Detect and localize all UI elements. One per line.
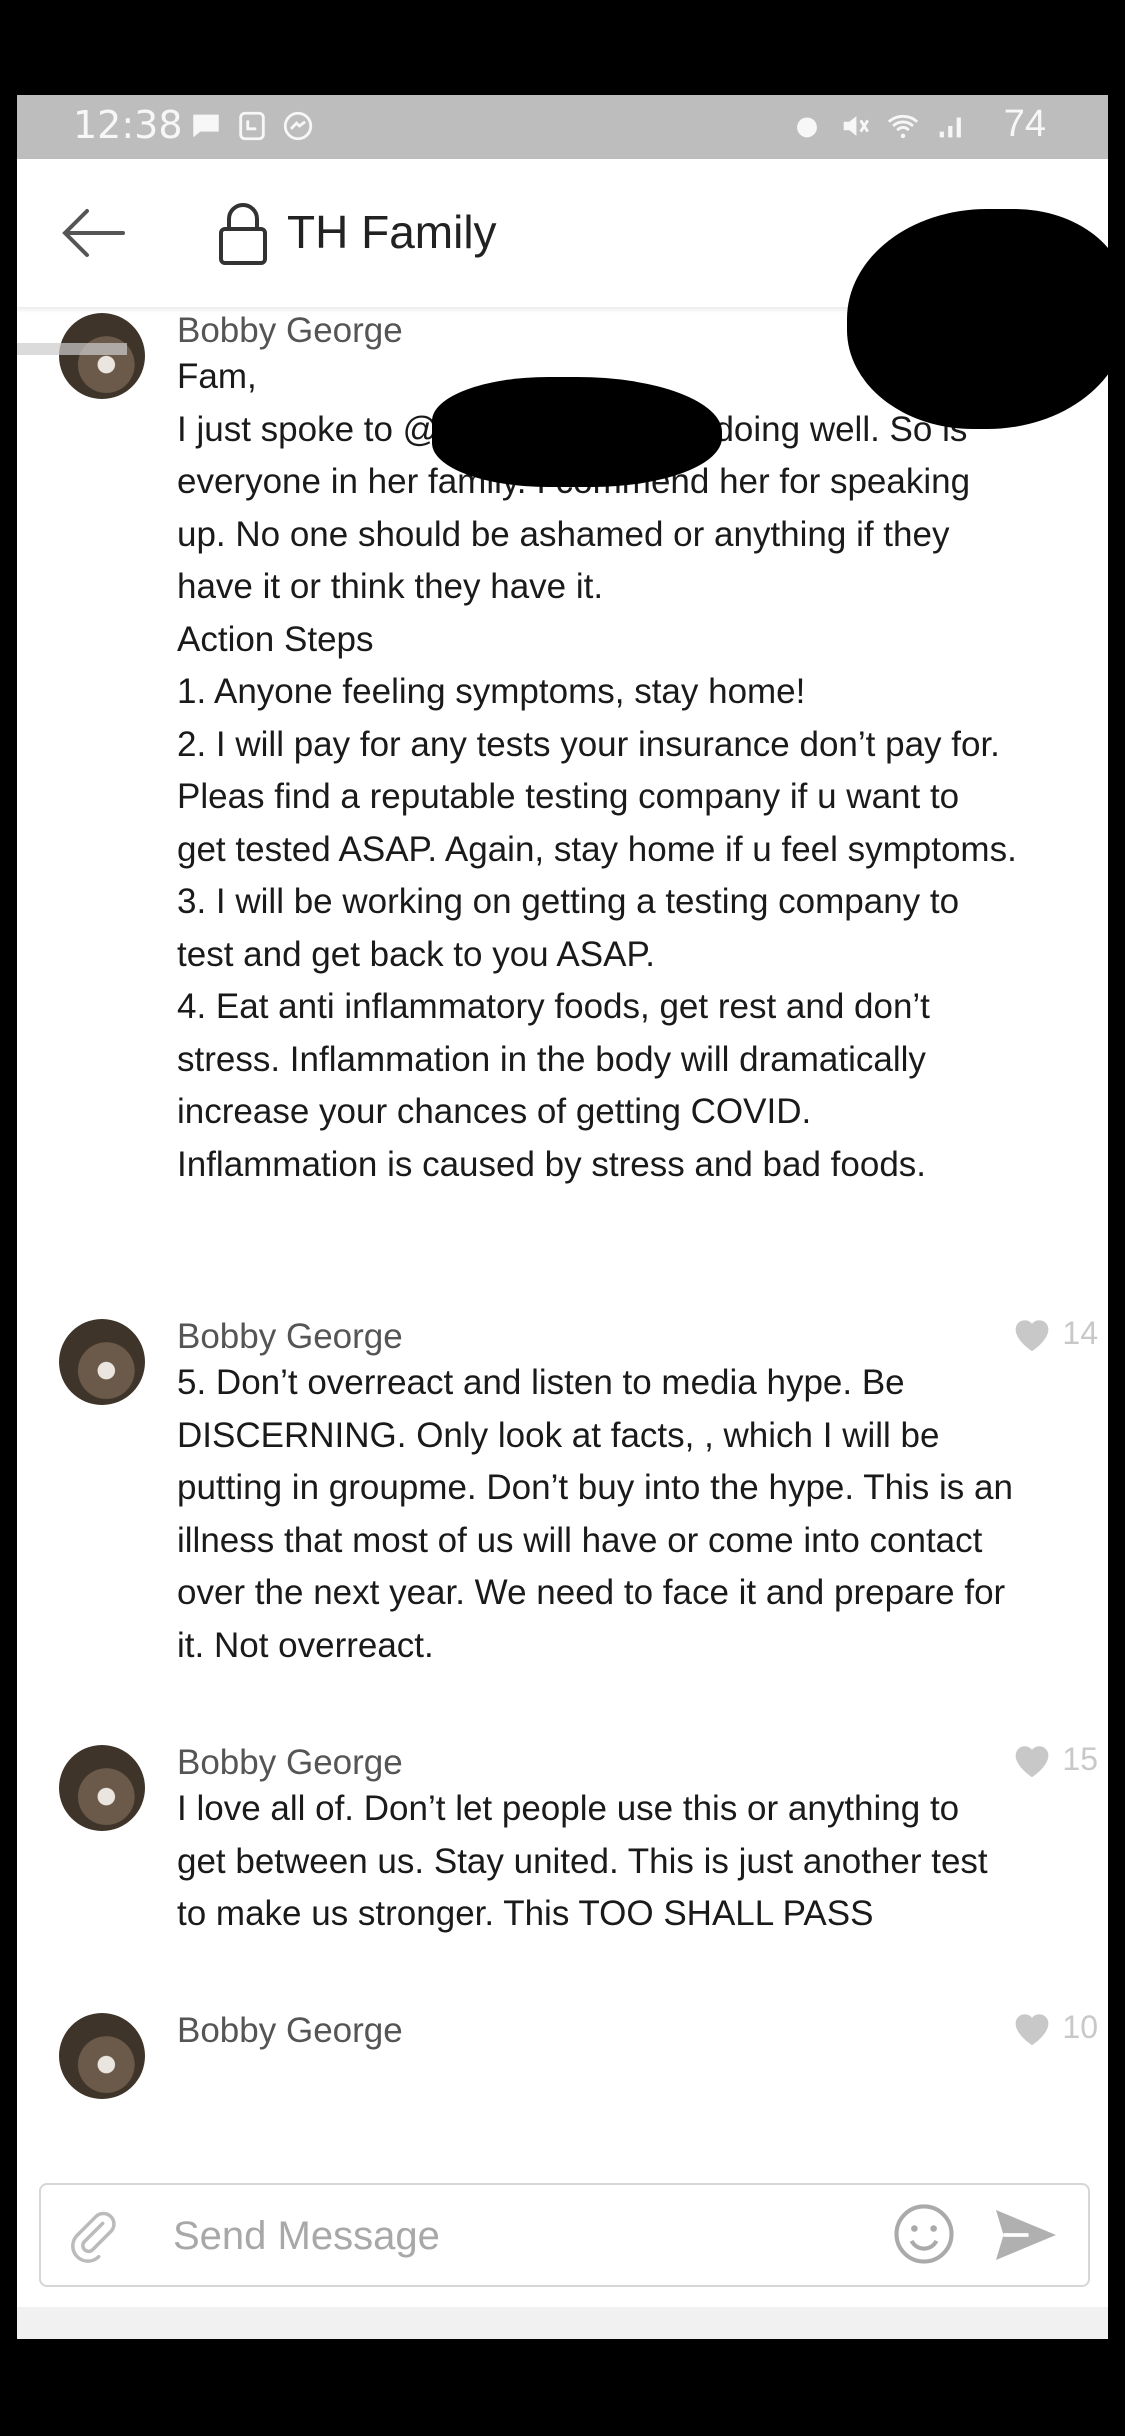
avatar[interactable] bbox=[59, 313, 145, 399]
sender-name[interactable]: Bobby George bbox=[177, 1317, 403, 1357]
message-composer bbox=[39, 2183, 1090, 2287]
like-count: 14 bbox=[1062, 1314, 1098, 1351]
mute-icon bbox=[843, 116, 869, 136]
signal-icon bbox=[939, 117, 961, 138]
system-status-icons bbox=[790, 109, 968, 143]
wifi-icon bbox=[887, 114, 919, 139]
avatar[interactable] bbox=[59, 2013, 145, 2099]
notification-icons bbox=[189, 109, 315, 143]
smiley-icon[interactable] bbox=[891, 2201, 957, 2267]
sender-name[interactable]: Bobby George bbox=[177, 2011, 403, 2051]
lock-icon bbox=[219, 203, 267, 265]
app-notification-icon bbox=[239, 111, 265, 141]
message-text: I love all of. Don’t let people use this… bbox=[177, 1789, 988, 1933]
status-bar: 12:38 74 bbox=[17, 95, 1108, 159]
redaction-mark bbox=[432, 377, 722, 487]
redaction-mark bbox=[847, 209, 1108, 429]
send-icon[interactable] bbox=[991, 2205, 1061, 2265]
phone-screen: 12:38 74 TH Family Bobby George Fam, I j… bbox=[17, 95, 1108, 2339]
like-count: 15 bbox=[1062, 1740, 1098, 1777]
like-button[interactable]: 10 bbox=[1010, 2007, 1098, 2047]
paperclip-icon[interactable] bbox=[63, 2207, 119, 2263]
like-button[interactable]: 14 bbox=[1010, 1313, 1098, 1353]
heart-icon bbox=[1016, 2014, 1049, 2046]
like-button[interactable]: 15 bbox=[1010, 1739, 1098, 1779]
system-nav-bar bbox=[17, 2307, 1108, 2339]
avatar[interactable] bbox=[59, 1745, 145, 1831]
message-text: 5. Don’t overreact and listen to media h… bbox=[177, 1363, 1013, 1665]
message-list[interactable]: Bobby George Fam, I just spoke to @Nicol… bbox=[17, 307, 1108, 2169]
heart-icon bbox=[1016, 1746, 1049, 1778]
messenger-notification-icon bbox=[283, 111, 313, 141]
chat-notification-icon bbox=[193, 114, 219, 138]
arrow-left-icon[interactable] bbox=[57, 203, 127, 263]
battery-level: 74 bbox=[1003, 103, 1046, 145]
redaction-mark bbox=[17, 343, 127, 355]
alarm-icon bbox=[797, 117, 817, 138]
status-time: 12:38 bbox=[73, 103, 183, 147]
avatar[interactable] bbox=[59, 1319, 145, 1405]
chat-header: TH Family bbox=[17, 159, 1108, 429]
like-count: 10 bbox=[1062, 2008, 1098, 2045]
message-input[interactable] bbox=[171, 2209, 875, 2263]
sender-name[interactable]: Bobby George bbox=[177, 311, 403, 351]
chat-title[interactable]: TH Family bbox=[287, 205, 497, 259]
sender-name[interactable]: Bobby George bbox=[177, 1743, 403, 1783]
heart-icon bbox=[1016, 1320, 1049, 1352]
